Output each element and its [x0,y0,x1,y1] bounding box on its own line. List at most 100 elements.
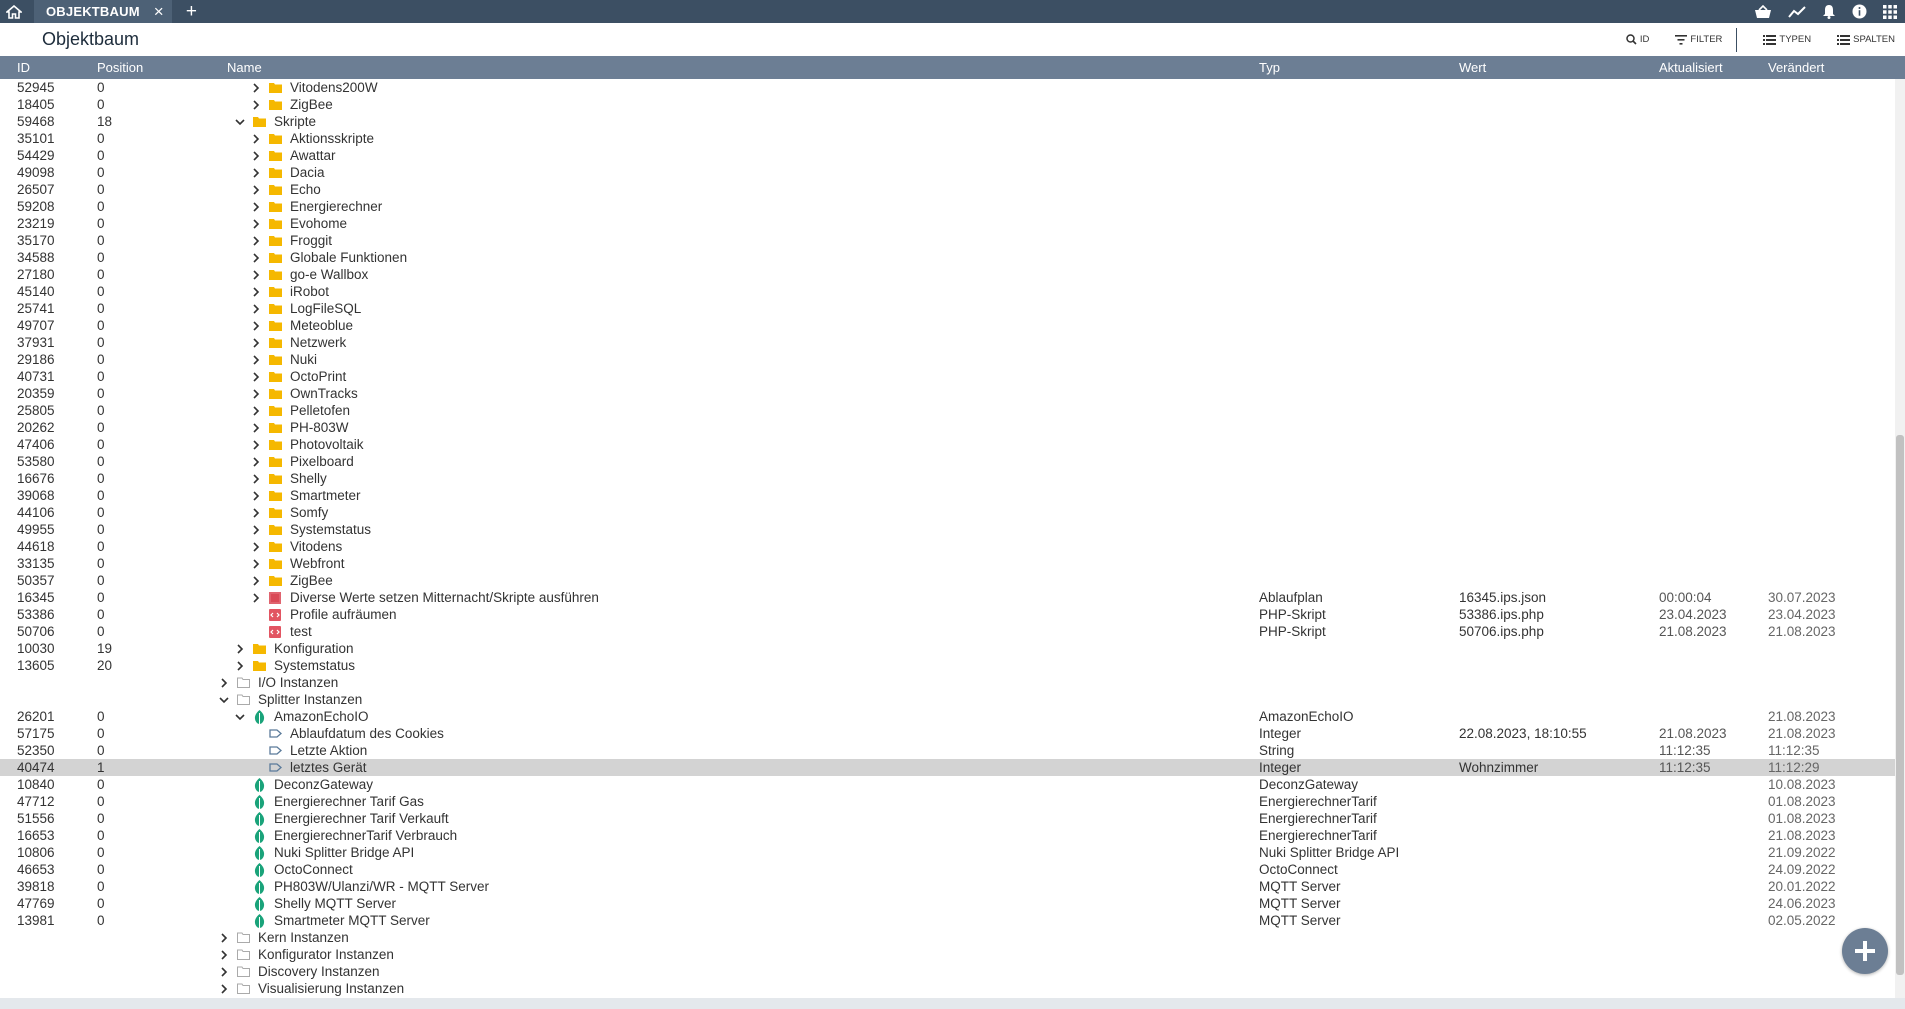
tree-row[interactable]: 23219 0 Evohome [0,215,1895,232]
tree-row[interactable]: 51556 0 Energierechner Tarif Verkauft Energ… [0,810,1895,827]
tree-row[interactable]: 50357 0 ZigBee [0,572,1895,589]
tree-row[interactable]: 53386 0 Profile aufräumen PHP-Skript 53386.i… [0,606,1895,623]
chevron-right-icon[interactable] [250,283,262,300]
tree-row[interactable]: 45140 0 iRobot [0,283,1895,300]
chevron-right-icon[interactable] [250,334,262,351]
tree-row[interactable]: 52945 0 Vitodens200W [0,79,1895,96]
chevron-down-icon[interactable] [218,691,230,708]
tree-row[interactable]: Splitter Instanzen [0,691,1895,708]
tree-row[interactable]: 37931 0 Netzwerk [0,334,1895,351]
id-search-button[interactable]: ID [1626,34,1649,45]
info-icon[interactable] [1852,4,1867,19]
column-header-typ[interactable]: Typ [1259,60,1280,75]
tab-objektbaum[interactable]: OBJEKTBAUM × [34,0,172,23]
tree-row[interactable]: 47769 0 Shelly MQTT Server MQTT Server 24.06… [0,895,1895,912]
tree-row[interactable]: 46653 0 OctoConnect OctoConnect 24.09.2022 [0,861,1895,878]
tree-row[interactable]: 49098 0 Dacia [0,164,1895,181]
chevron-right-icon[interactable] [250,249,262,266]
tree-row[interactable]: 40474 1 letztes Gerät Integer Wohnzimmer 11:1… [0,759,1895,776]
chevron-right-icon[interactable] [218,980,230,997]
chevron-right-icon[interactable] [234,657,246,674]
tree-row[interactable]: 59208 0 Energierechner [0,198,1895,215]
tree-row[interactable]: 47712 0 Energierechner Tarif Gas Energierec… [0,793,1895,810]
tree-row[interactable]: 35101 0 Aktionsskripte [0,130,1895,147]
tree-row[interactable]: 54429 0 Awattar [0,147,1895,164]
tree-row[interactable]: 10840 0 DeconzGateway DeconzGateway 10.08.20… [0,776,1895,793]
tree-row[interactable]: 57175 0 Ablaufdatum des Cookies Integer 22.0… [0,725,1895,742]
bell-icon[interactable] [1822,4,1836,19]
types-button[interactable]: TYPEN [1763,34,1811,45]
chevron-right-icon[interactable] [250,300,262,317]
tree-row[interactable]: 29186 0 Nuki [0,351,1895,368]
chevron-right-icon[interactable] [250,453,262,470]
chevron-right-icon[interactable] [250,538,262,555]
tree-row[interactable]: 16345 0 Diverse Werte setzen Mitternacht/S… [0,589,1895,606]
chevron-right-icon[interactable] [250,368,262,385]
tree-row[interactable]: 25805 0 Pelletofen [0,402,1895,419]
tree-row[interactable]: 53580 0 Pixelboard [0,453,1895,470]
tree-row[interactable]: Kern Instanzen [0,929,1895,946]
tree-row[interactable]: 20359 0 OwnTracks [0,385,1895,402]
tree-row[interactable]: 44618 0 Vitodens [0,538,1895,555]
chevron-right-icon[interactable] [250,402,262,419]
column-header-veraendert[interactable]: Verändert [1768,60,1824,75]
chevron-right-icon[interactable] [250,147,262,164]
chevron-right-icon[interactable] [250,487,262,504]
close-icon[interactable]: × [154,3,164,20]
chevron-right-icon[interactable] [218,674,230,691]
column-header-position[interactable]: Position [97,60,143,75]
column-header-aktualisiert[interactable]: Aktualisiert [1659,60,1723,75]
add-tab-icon[interactable]: + [186,2,197,21]
tree-row[interactable]: 16653 0 EnergierechnerTarif Verbrauch Energ… [0,827,1895,844]
tree-row[interactable]: Visualisierung Instanzen [0,980,1895,997]
vertical-scrollbar[interactable] [1895,79,1905,998]
tree-row[interactable]: Discovery Instanzen [0,963,1895,980]
tree-row[interactable]: 13981 0 Smartmeter MQTT Server MQTT Server 0… [0,912,1895,929]
chevron-right-icon[interactable] [250,215,262,232]
chevron-down-icon[interactable] [234,708,246,725]
tree-row[interactable]: 20262 0 PH-803W [0,419,1895,436]
tree-row[interactable]: 13605 20 Systemstatus [0,657,1895,674]
tree-row[interactable]: 33135 0 Webfront [0,555,1895,572]
tree-row[interactable]: 39068 0 Smartmeter [0,487,1895,504]
filter-button[interactable]: FILTER [1675,34,1722,45]
tree-row[interactable]: I/O Instanzen [0,674,1895,691]
apps-grid-icon[interactable] [1883,4,1897,19]
tree-row[interactable]: 44106 0 Somfy [0,504,1895,521]
tree-row[interactable]: 40731 0 OctoPrint [0,368,1895,385]
basket-icon[interactable] [1754,4,1772,19]
chevron-right-icon[interactable] [250,232,262,249]
tree-row[interactable]: 49707 0 Meteoblue [0,317,1895,334]
chevron-right-icon[interactable] [250,266,262,283]
chart-icon[interactable] [1788,5,1806,19]
tree-row[interactable]: 59468 18 Skripte [0,113,1895,130]
tree-row[interactable]: 10030 19 Konfiguration [0,640,1895,657]
chevron-right-icon[interactable] [250,572,262,589]
column-header-wert[interactable]: Wert [1459,60,1486,75]
tree-row[interactable]: 39818 0 PH803W/Ulanzi/WR - MQTT Server MQTT… [0,878,1895,895]
tree-row[interactable]: Konfigurator Instanzen [0,946,1895,963]
column-header-name[interactable]: Name [227,60,262,75]
chevron-right-icon[interactable] [234,640,246,657]
chevron-right-icon[interactable] [218,929,230,946]
chevron-down-icon[interactable] [234,113,246,130]
tree-row[interactable]: 10806 0 Nuki Splitter Bridge API Nuki Split… [0,844,1895,861]
tree-row[interactable]: 47406 0 Photovoltaik [0,436,1895,453]
chevron-right-icon[interactable] [250,164,262,181]
tree-row[interactable]: 26507 0 Echo [0,181,1895,198]
columns-button[interactable]: SPALTEN [1837,34,1895,45]
add-object-button[interactable] [1842,928,1888,974]
chevron-right-icon[interactable] [250,351,262,368]
tree-row[interactable]: 35170 0 Froggit [0,232,1895,249]
tree-row[interactable]: 27180 0 go-e Wallbox [0,266,1895,283]
chevron-right-icon[interactable] [250,470,262,487]
home-icon[interactable] [0,0,28,23]
tree-row[interactable]: 52350 0 Letzte Aktion String 11:12:35 11:12:3… [0,742,1895,759]
chevron-right-icon[interactable] [218,946,230,963]
tree-row[interactable]: 49955 0 Systemstatus [0,521,1895,538]
tree-row[interactable]: 25741 0 LogFileSQL [0,300,1895,317]
tree-row[interactable]: 16676 0 Shelly [0,470,1895,487]
chevron-right-icon[interactable] [250,504,262,521]
chevron-right-icon[interactable] [250,79,262,96]
tree-row[interactable]: 34588 0 Globale Funktionen [0,249,1895,266]
